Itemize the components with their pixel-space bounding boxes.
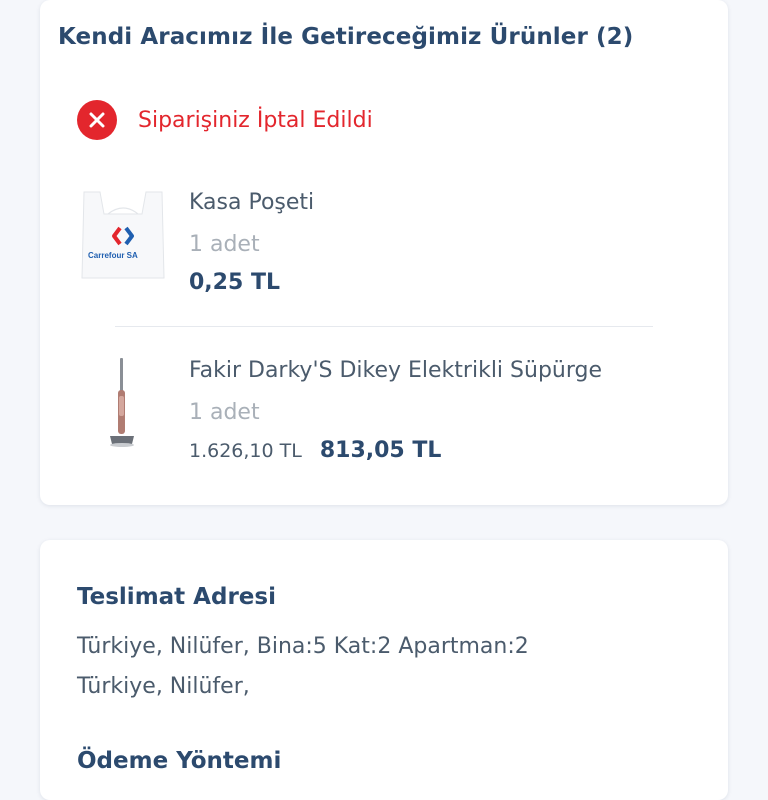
product-item[interactable]: Carrefour SA Kasa Poşeti 1 adet 0,25 TL bbox=[40, 182, 728, 312]
payment-method-title: Ödeme Yöntemi bbox=[77, 748, 282, 774]
order-status: Siparişiniz İptal Edildi bbox=[77, 100, 373, 140]
product-divider bbox=[115, 326, 653, 327]
delivery-address-line: Türkiye, Nilüfer, Bina:5 Kat:2 Apartman:… bbox=[77, 634, 529, 659]
delivery-card: Teslimat Adresi Türkiye, Nilüfer, Bina:5… bbox=[40, 540, 728, 800]
delivery-address-line: Türkiye, Nilüfer, bbox=[77, 674, 250, 699]
product-item[interactable]: Fakir Darky'S Dikey Elektrikli Süpürge 1… bbox=[40, 350, 728, 470]
product-quantity: 1 adet bbox=[189, 232, 260, 257]
product-name[interactable]: Fakir Darky'S Dikey Elektrikli Süpürge bbox=[189, 358, 602, 383]
product-price: 0,25 TL bbox=[189, 270, 280, 295]
stick-vacuum-image[interactable] bbox=[80, 356, 166, 450]
delivery-address-title: Teslimat Adresi bbox=[77, 584, 276, 610]
carrier-bag-image[interactable]: Carrefour SA bbox=[80, 188, 166, 282]
product-old-price: 1.626,10 TL bbox=[189, 440, 302, 462]
order-status-text: Siparişiniz İptal Edildi bbox=[138, 107, 373, 133]
products-section-title: Kendi Aracımız İle Getireceğimiz Ürünler… bbox=[58, 24, 634, 50]
product-name[interactable]: Kasa Poşeti bbox=[189, 190, 314, 215]
close-circle-icon bbox=[77, 100, 117, 140]
products-card: Kendi Aracımız İle Getireceğimiz Ürünler… bbox=[40, 0, 728, 505]
product-price: 813,05 TL bbox=[319, 438, 442, 463]
product-price-row: 1.626,10 TL 813,05 TL bbox=[189, 438, 441, 463]
brand-logo-text: Carrefour SA bbox=[88, 251, 138, 260]
product-quantity: 1 adet bbox=[189, 400, 260, 425]
product-price-row: 0,25 TL bbox=[189, 270, 280, 295]
